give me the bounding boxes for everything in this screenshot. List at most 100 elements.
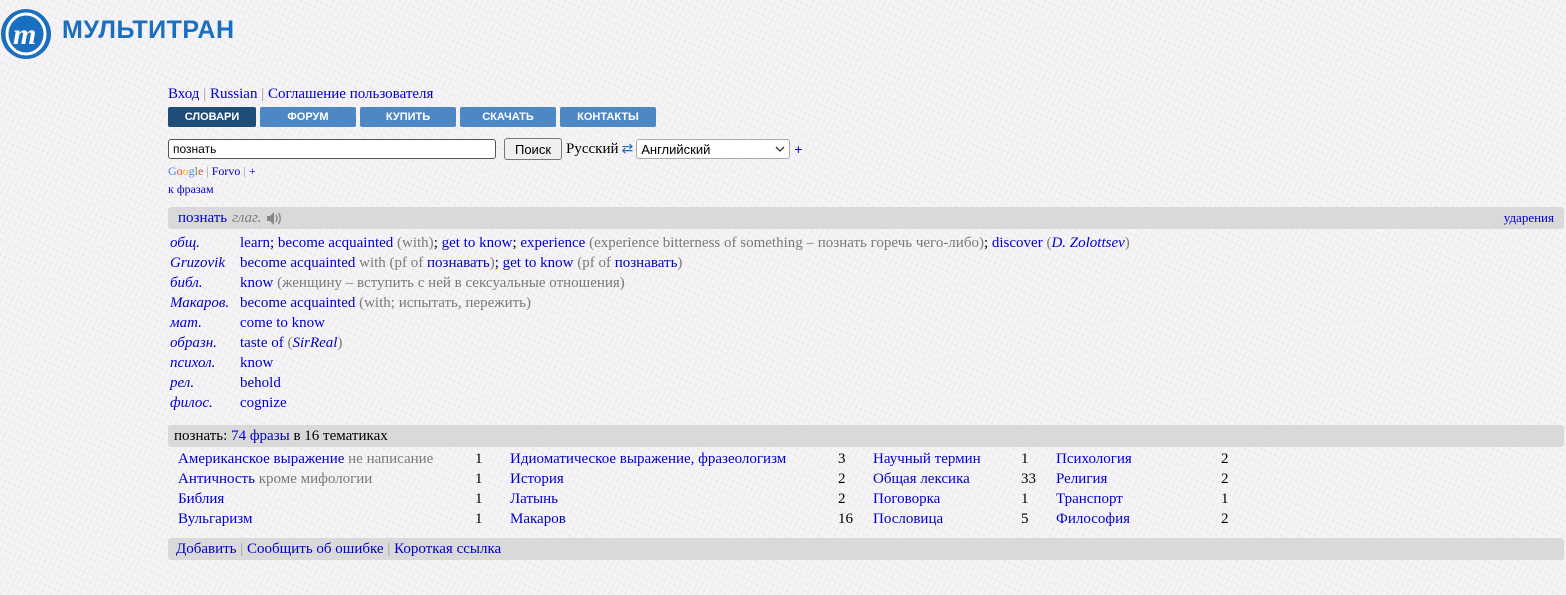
tab-forum[interactable]: ФОРУМ [260, 107, 356, 127]
author-link[interactable]: D. Zolottsev [1051, 235, 1124, 251]
translation-comment: (with; испытать, пережить) [355, 294, 532, 311]
translation-link[interactable]: learn [240, 235, 270, 251]
separator: ; [269, 234, 278, 251]
translation-row: мат. come to know [168, 313, 1564, 333]
search-row: познать Поиск Русский ⇄ Английский + [168, 138, 1564, 160]
topic-count: 2 [1221, 510, 1229, 527]
logo-text: МУЛЬТИТРАН [62, 15, 235, 44]
forvo-link[interactable]: Forvo [212, 164, 241, 178]
report-error-link[interactable]: Сообщить об ошибке [247, 541, 384, 558]
entry-header: познать глаг. ударения [168, 207, 1564, 229]
separator: ; [494, 254, 503, 271]
translation-link[interactable]: become acquainted [240, 295, 355, 311]
translation-text: come to know [240, 315, 1564, 332]
search-input[interactable]: познать [168, 139, 496, 159]
short-link[interactable]: Короткая ссылка [394, 541, 501, 558]
subject-label[interactable]: Макаров. [168, 295, 240, 312]
stress-link[interactable]: ударения [1504, 210, 1554, 226]
translation-link[interactable]: become acquainted [240, 255, 355, 271]
tab-buy[interactable]: КУПИТЬ [360, 107, 456, 127]
topic-count: 1 [1221, 490, 1229, 507]
tab-download[interactable]: СКАЧАТЬ [460, 107, 556, 127]
to-phrases-link[interactable]: к фразам [168, 182, 214, 196]
translation-link[interactable]: behold [240, 375, 281, 391]
translation-comment: (experience bitterness of something – по… [585, 234, 984, 251]
top-links: Вход | Russian | Соглашение пользователя [168, 86, 434, 102]
translation-link[interactable]: get to know [503, 255, 574, 271]
topic-link[interactable]: Поговорка [873, 491, 940, 507]
author-link[interactable]: SirReal [292, 335, 337, 351]
search-button[interactable]: Поиск [504, 138, 562, 160]
subject-label[interactable]: филос. [168, 395, 240, 412]
topic-link[interactable]: Макаров [510, 511, 566, 527]
topic-count: 3 [838, 450, 846, 467]
subject-label[interactable]: образн. [168, 335, 240, 352]
swap-icon[interactable]: ⇄ [622, 141, 634, 157]
entry-word[interactable]: познать [178, 210, 227, 227]
login-link[interactable]: Вход [168, 86, 199, 102]
target-language-select[interactable]: Английский [636, 139, 791, 159]
phrases-count-link[interactable]: 74 фразы [231, 428, 290, 445]
separator: ; [433, 234, 442, 251]
topic-link[interactable]: Религия [1056, 471, 1107, 487]
translation-link[interactable]: experience [520, 235, 585, 251]
add-language-button[interactable]: + [794, 141, 802, 157]
topic-link[interactable]: Вульгаризм [178, 511, 253, 527]
subject-label[interactable]: общ. [168, 235, 240, 252]
translation-row: филос. cognize [168, 393, 1564, 413]
translation-link[interactable]: discover [992, 235, 1043, 251]
translation-link[interactable]: cognize [240, 395, 287, 411]
tab-dictionaries[interactable]: СЛОВАРИ [168, 107, 256, 127]
topic-item: Макаров 16 [510, 509, 873, 529]
separator: ; [983, 234, 992, 251]
topic-count: 2 [1221, 450, 1229, 467]
subject-label[interactable]: мат. [168, 315, 240, 332]
topic-link[interactable]: Транспорт [1056, 491, 1123, 507]
translation-row: общ. learn; become acquainted (with); get… [168, 233, 1564, 253]
translation-link[interactable]: познавать [615, 255, 678, 271]
add-link[interactable]: Добавить [176, 541, 237, 558]
logo[interactable]: m МУЛЬТИТРАН [0, 2, 235, 62]
translation-link[interactable]: taste of [240, 335, 284, 351]
speaker-icon[interactable] [266, 211, 283, 226]
topic-link[interactable]: Идиоматическое выражение, фразеологизм [510, 451, 786, 467]
topic-count: 2 [838, 470, 846, 487]
topic-link[interactable]: Философия [1056, 511, 1130, 527]
topic-link[interactable]: Пословица [873, 511, 943, 527]
topic-count: 33 [1021, 470, 1036, 487]
topic-count: 1 [475, 470, 483, 487]
tab-contacts[interactable]: КОНТАКТЫ [560, 107, 656, 127]
topic-link[interactable]: Научный термин [873, 451, 981, 467]
topic-item: Идиоматическое выражение, фразеологизм 3 [510, 449, 873, 469]
topic-link[interactable]: История [510, 471, 564, 487]
topic-count: 1 [475, 490, 483, 507]
topic-item: Библия 1 [178, 489, 510, 509]
topic-count: 1 [1021, 490, 1029, 507]
translation-link[interactable]: become acquainted [278, 235, 393, 251]
footer-bar: Добавить | Сообщить об ошибке | Короткая… [168, 538, 1564, 560]
translation-link[interactable]: познавать [427, 255, 490, 271]
translation-link[interactable]: come to know [240, 315, 325, 331]
topic-link[interactable]: Античность [178, 471, 255, 487]
main-content: Вход | Russian | Соглашение пользователя… [168, 85, 1564, 560]
subject-label[interactable]: рел. [168, 375, 240, 392]
topic-link[interactable]: Библия [178, 491, 224, 507]
translation-link[interactable]: get to know [442, 235, 513, 251]
topic-link[interactable]: Американское выражение [178, 451, 344, 467]
language-link[interactable]: Russian [210, 86, 258, 102]
subject-label[interactable]: Gruzovik [168, 255, 240, 272]
translation-row: Макаров. become acquainted (with; испытат… [168, 293, 1564, 313]
topic-grid: Американское выражение не написание 1 Идио… [178, 449, 1564, 529]
translation-link[interactable]: know [240, 275, 273, 291]
topic-item: Латынь 2 [510, 489, 873, 509]
user-agreement-link[interactable]: Соглашение пользователя [268, 86, 433, 102]
translation-link[interactable]: know [240, 355, 273, 371]
topic-link[interactable]: Латынь [510, 491, 558, 507]
topic-note: не написание [344, 450, 434, 467]
topic-link[interactable]: Общая лексика [873, 471, 970, 487]
subject-label[interactable]: библ. [168, 275, 240, 292]
add-external-link[interactable]: + [249, 164, 256, 178]
topic-link[interactable]: Психология [1056, 451, 1132, 467]
subject-label[interactable]: психол. [168, 355, 240, 372]
google-link[interactable]: Google [168, 164, 203, 178]
